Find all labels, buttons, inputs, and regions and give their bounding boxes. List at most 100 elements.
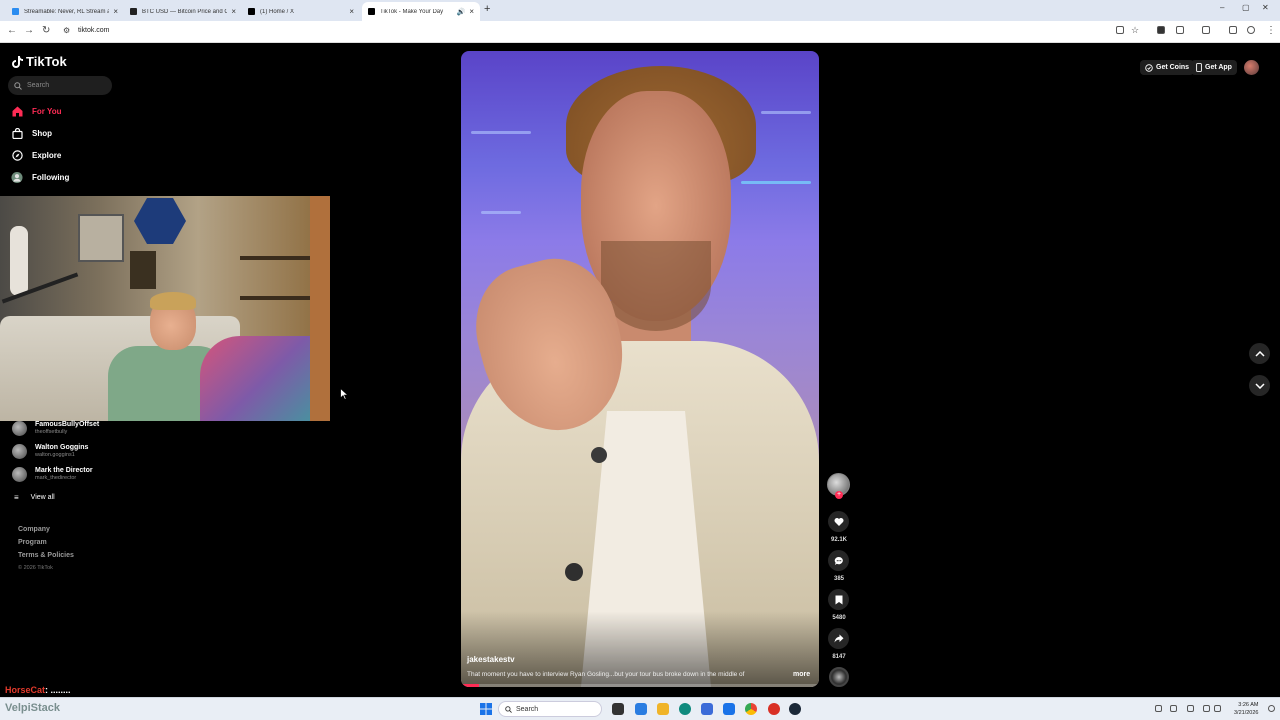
tradingview-favicon-icon — [130, 8, 137, 15]
following-account[interactable]: FamousBullyOffset theoffsetbully — [12, 421, 99, 436]
chrome-icon[interactable] — [745, 703, 757, 715]
comment-button[interactable] — [828, 550, 849, 571]
nav-item-following[interactable]: Following — [11, 171, 69, 183]
store-icon[interactable] — [701, 703, 713, 715]
get-coins-button[interactable]: Get Coins — [1140, 60, 1195, 75]
search-input[interactable]: Search — [8, 76, 112, 95]
music-disc-icon[interactable] — [829, 667, 849, 687]
edge-icon[interactable] — [679, 703, 691, 715]
view-all-button[interactable]: ≡ View all — [14, 493, 55, 502]
browser-tab-strip: Streamable: Never, RL Stream a × BTC USD… — [0, 0, 1280, 21]
tray-chevron-icon[interactable] — [1155, 705, 1162, 712]
close-window-button[interactable]: ✕ — [1262, 3, 1269, 12]
profile-icon[interactable] — [1247, 26, 1255, 34]
footer-company-link[interactable]: Company — [18, 526, 50, 533]
taskbar-clock[interactable]: 3:26 AM 3/21/2026 — [1234, 701, 1258, 717]
extension-icon[interactable] — [1157, 26, 1165, 34]
menu-dots-icon[interactable]: ⋮ — [1266, 25, 1276, 36]
profile-avatar[interactable] — [1244, 60, 1259, 75]
tiktok-favicon-icon — [368, 8, 375, 15]
volume-icon[interactable] — [1214, 705, 1221, 712]
windows-taskbar: VelpiStack Search 3:26 AM 3/21/2026 — [0, 697, 1280, 720]
nav-label: Explore — [32, 150, 62, 160]
site-info-icon[interactable]: ⚙ — [63, 26, 70, 35]
video-player[interactable]: jakestakestv That moment you have to int… — [461, 51, 819, 687]
forward-icon[interactable]: → — [24, 25, 34, 36]
compass-icon — [11, 149, 23, 161]
speaker-icon[interactable]: 🔊 — [457, 8, 466, 16]
like-button[interactable] — [828, 511, 849, 532]
video-progress-bar[interactable] — [461, 684, 819, 687]
bookmark-star-icon[interactable]: ☆ — [1131, 25, 1139, 36]
minimize-button[interactable]: – — [1220, 3, 1224, 12]
bookmark-icon — [835, 595, 842, 604]
browser-tab[interactable]: BTC USD — Bitcoin Price and C × — [124, 2, 242, 21]
share-button[interactable] — [828, 628, 849, 649]
maximize-button[interactable]: ▢ — [1242, 3, 1250, 12]
tray-app-icon[interactable] — [1170, 705, 1177, 712]
video-author[interactable]: jakestakestv — [467, 655, 515, 664]
comment-icon — [834, 556, 843, 565]
browser-tab[interactable]: (1) Home / X × — [242, 2, 360, 21]
coin-icon — [1145, 63, 1153, 72]
nav-item-explore[interactable]: Explore — [11, 149, 61, 161]
footer-program-link[interactable]: Program — [18, 539, 47, 546]
install-app-icon[interactable] — [1116, 26, 1124, 34]
following-account[interactable]: Mark the Director mark_thedirector — [12, 467, 93, 482]
clock-date: 3/21/2026 — [1234, 710, 1259, 716]
save-button[interactable] — [828, 589, 849, 610]
new-tab-button[interactable]: + — [484, 3, 490, 15]
tab-title: (1) Home / X — [260, 8, 295, 15]
windows-start-icon[interactable] — [480, 703, 492, 715]
logo-text: TikTok — [26, 54, 67, 69]
stream-chat-line: HorseCat: ........ — [5, 685, 71, 695]
back-icon[interactable]: ← — [7, 25, 17, 36]
x-favicon-icon — [248, 8, 255, 15]
reload-icon[interactable]: ↻ — [42, 25, 50, 36]
copilot-icon[interactable] — [635, 703, 647, 715]
mail-icon[interactable] — [723, 703, 735, 715]
avatar — [12, 421, 27, 436]
notification-icon[interactable] — [1268, 705, 1275, 712]
video-progress-fill — [461, 684, 479, 687]
nav-label: For You — [32, 106, 62, 116]
browser-tab-active[interactable]: TikTok - Make Your Day 🔊 × — [362, 2, 480, 21]
next-video-button[interactable] — [1249, 375, 1270, 396]
tab-title: BTC USD — Bitcoin Price and C — [142, 8, 228, 15]
browser-tab[interactable]: Streamable: Never, RL Stream a × — [6, 2, 124, 21]
taskbar-search[interactable]: Search — [498, 701, 602, 717]
mouse-cursor-icon — [340, 388, 349, 400]
close-tab-icon[interactable]: × — [113, 7, 118, 16]
file-explorer-icon[interactable] — [657, 703, 669, 715]
following-icon — [11, 171, 23, 183]
close-tab-icon[interactable]: × — [349, 7, 354, 16]
account-handle: walton.goggins1 — [35, 452, 75, 458]
url-field[interactable]: tiktok.com — [78, 27, 110, 34]
search-icon — [505, 705, 512, 713]
account-name: Mark the Director — [35, 467, 93, 474]
get-app-label: Get App — [1205, 64, 1232, 71]
video-caption: That moment you have to interview Ryan G… — [467, 671, 745, 678]
tray-app-icon[interactable] — [1187, 705, 1194, 712]
close-tab-icon[interactable]: × — [469, 7, 474, 16]
close-tab-icon[interactable]: × — [231, 7, 236, 16]
extensions-puzzle-icon[interactable] — [1176, 26, 1184, 34]
previous-video-button[interactable] — [1249, 343, 1270, 364]
nav-item-for-you[interactable]: For You — [11, 105, 61, 117]
app-icon[interactable] — [768, 703, 780, 715]
task-view-icon[interactable] — [612, 703, 624, 715]
following-account[interactable]: Walton Goggins walton.goggins1 — [12, 444, 88, 459]
follow-plus-icon[interactable]: + — [835, 491, 843, 499]
network-icon[interactable] — [1203, 705, 1210, 712]
tiktok-logo[interactable]: TikTok — [12, 54, 67, 69]
nav-item-shop[interactable]: Shop — [11, 127, 52, 139]
downloads-icon[interactable] — [1229, 26, 1237, 34]
get-app-button[interactable]: Get App — [1191, 60, 1237, 75]
footer-terms-link[interactable]: Terms & Policies — [18, 552, 74, 559]
steam-icon[interactable] — [789, 703, 801, 715]
nav-label: Shop — [32, 128, 52, 138]
caption-more-button[interactable]: more — [793, 671, 810, 678]
sidebar-icon[interactable] — [1202, 26, 1210, 34]
streamable-favicon-icon — [12, 8, 19, 15]
nav-label: Following — [32, 172, 70, 182]
